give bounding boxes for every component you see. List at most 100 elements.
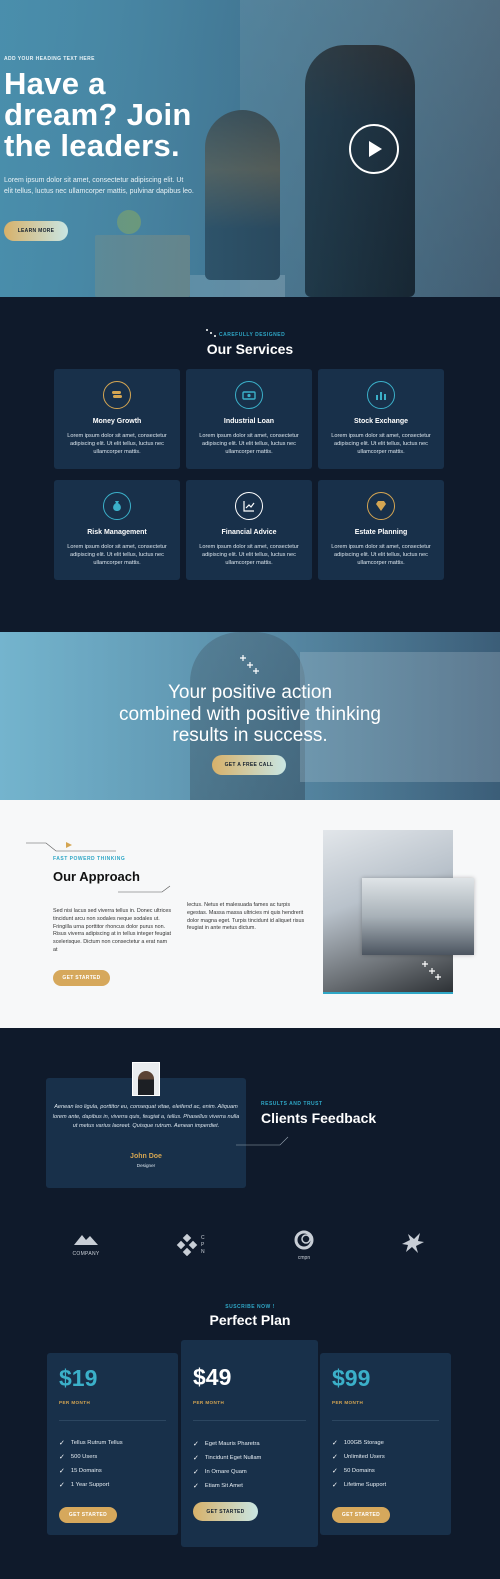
service-card[interactable]: Financial Advice Lorem ipsum dolor sit a… bbox=[186, 480, 312, 580]
bar-chart-icon bbox=[367, 381, 395, 409]
hero-eyebrow: ADD YOUR HEADING TEXT HERE bbox=[4, 56, 95, 62]
check-icon: ✓ bbox=[193, 1441, 199, 1448]
check-icon: ✓ bbox=[193, 1483, 199, 1490]
hero-title-line: Have a bbox=[4, 66, 106, 101]
learn-more-button[interactable]: LEARN MORE bbox=[4, 221, 68, 241]
service-card[interactable]: Stock Exchange Lorem ipsum dolor sit ame… bbox=[318, 369, 444, 469]
service-card[interactable]: Risk Management Lorem ipsum dolor sit am… bbox=[54, 480, 180, 580]
sparkle-icon bbox=[240, 655, 259, 674]
play-icon bbox=[369, 141, 382, 157]
plan-features: ✓ 100GB Storage ✓ Unlimited Users ✓ 50 Doma… bbox=[332, 1436, 386, 1492]
company-logo bbox=[400, 1230, 426, 1256]
company-logo-text: COMPANY bbox=[72, 1251, 100, 1257]
ring-logo-icon bbox=[294, 1230, 314, 1250]
feedback-title: Clients Feedback bbox=[261, 1110, 377, 1126]
quote-text: Your positive action combined with posit… bbox=[0, 682, 500, 747]
plan-period: PER MONTH bbox=[59, 1400, 91, 1405]
plan-feature: ✓ Tellus Rutrum Tellus bbox=[59, 1440, 123, 1447]
approach-label: FAST POWERD THINKING bbox=[53, 856, 126, 862]
service-description: Lorem ipsum dolor sit amet, consectetur … bbox=[331, 544, 431, 566]
service-title: Estate Planning bbox=[354, 529, 408, 536]
service-description: Lorem ipsum dolor sit amet, consectetur … bbox=[331, 433, 431, 455]
company-logo: COMPANY bbox=[70, 1232, 102, 1258]
approach-section: FAST POWERD THINKING Our Approach Sed ni… bbox=[0, 800, 500, 1028]
hero-title-line: the leaders. bbox=[4, 128, 180, 163]
decor-line-icon bbox=[236, 1136, 289, 1146]
plan-features: ✓ Eget Mauris Pharetra ✓ Tincidunt Eget Nu… bbox=[193, 1437, 261, 1493]
company-logo-text: cmpn bbox=[297, 1255, 311, 1261]
service-title: Industrial Loan bbox=[223, 418, 275, 425]
check-icon: ✓ bbox=[59, 1440, 65, 1447]
plan-feature: ✓ 50 Domains bbox=[332, 1468, 375, 1475]
diamond-icon bbox=[367, 492, 395, 520]
play-video-button[interactable] bbox=[349, 124, 399, 174]
plan-feature: ✓ Lifetime Support bbox=[332, 1482, 387, 1489]
company-logo: C P N bbox=[176, 1232, 214, 1258]
get-free-call-button[interactable]: GET A FREE CALL bbox=[212, 755, 286, 775]
approach-image-office bbox=[362, 878, 474, 955]
plan-feature: ✓ Tincidunt Eget Nullam bbox=[193, 1455, 262, 1462]
pricing-plan-card: $99 PER MONTH ✓ 100GB Storage ✓ Unlimited … bbox=[320, 1353, 451, 1535]
service-card[interactable]: Money Growth Lorem ipsum dolor sit amet,… bbox=[54, 369, 180, 469]
check-icon: ✓ bbox=[59, 1468, 65, 1475]
service-card[interactable]: Estate Planning Lorem ipsum dolor sit am… bbox=[318, 480, 444, 580]
quote-line: combined with positive thinking bbox=[119, 703, 381, 725]
plan-feature: ✓ Unlimited Users bbox=[332, 1454, 385, 1461]
decor-line-icon bbox=[26, 842, 116, 852]
approach-text-column-2: lectus. Netus et malesuada fames ac turp… bbox=[187, 902, 305, 932]
decor-line-icon bbox=[118, 885, 171, 893]
sparkle-icon bbox=[206, 329, 216, 337]
plan-price: $19 bbox=[59, 1365, 98, 1391]
services-title: Our Services bbox=[206, 341, 294, 357]
check-icon: ✓ bbox=[332, 1440, 338, 1447]
plan-feature: ✓ 100GB Storage bbox=[332, 1440, 384, 1447]
plan-feature: ✓ 15 Domains bbox=[59, 1468, 102, 1475]
testimonial-card: Aenean leo ligula, porttitor eu, consequ… bbox=[46, 1062, 246, 1188]
service-description: Lorem ipsum dolor sit amet, consectetur … bbox=[199, 544, 299, 566]
plan-feature: ✓ Etiam Sit Amet bbox=[193, 1483, 243, 1490]
company-logo: cmpn bbox=[290, 1230, 318, 1261]
plan-period: PER MONTH bbox=[193, 1400, 225, 1405]
get-started-button[interactable]: GET STARTED bbox=[332, 1507, 390, 1523]
hero-title: Have a dream? Join the leaders. bbox=[4, 68, 264, 161]
plan-feature: ✓ Eget Mauris Pharetra bbox=[193, 1441, 260, 1448]
plan-divider bbox=[59, 1420, 166, 1421]
service-description: Lorem ipsum dolor sit amet, consectetur … bbox=[67, 433, 167, 455]
get-started-button[interactable]: GET STARTED bbox=[53, 970, 110, 986]
pricing-plan-card: $19 PER MONTH ✓ Tellus Rutrum Tellus ✓ 500… bbox=[47, 1353, 178, 1535]
testimonial-name: John Doe bbox=[130, 1153, 162, 1160]
money-bag-icon bbox=[103, 492, 131, 520]
service-card[interactable]: Industrial Loan Lorem ipsum dolor sit am… bbox=[186, 369, 312, 469]
hero-description: Lorem ipsum dolor sit amet, consectetur … bbox=[4, 177, 194, 195]
plan-feature: ✓ In Ornare Quam bbox=[193, 1469, 247, 1476]
diamond-grid-logo-icon bbox=[176, 1234, 198, 1256]
get-started-button[interactable]: GET STARTED bbox=[193, 1502, 258, 1521]
bird-logo-icon bbox=[402, 1233, 424, 1253]
service-title: Financial Advice bbox=[221, 529, 277, 536]
plan-feature: ✓ 1 Year Support bbox=[59, 1482, 110, 1489]
check-icon: ✓ bbox=[332, 1454, 338, 1461]
plan-divider bbox=[193, 1420, 306, 1421]
feedback-label: RESULTS AND TRUST bbox=[261, 1101, 323, 1107]
pricing-title: Perfect Plan bbox=[209, 1312, 291, 1328]
plan-divider bbox=[332, 1420, 439, 1421]
quote-section: Your positive action combined with posit… bbox=[0, 632, 500, 800]
services-label: CAREFULLY DESIGNED bbox=[219, 332, 286, 338]
sparkle-icon bbox=[422, 961, 441, 980]
pricing-label: SUSCRIBE NOW ! bbox=[225, 1304, 275, 1310]
check-icon: ✓ bbox=[193, 1455, 199, 1462]
plan-price: $49 bbox=[193, 1364, 232, 1390]
line-chart-icon bbox=[235, 492, 263, 520]
plan-feature: ✓ 500 Users bbox=[59, 1454, 98, 1461]
check-icon: ✓ bbox=[332, 1468, 338, 1475]
plan-period: PER MONTH bbox=[332, 1400, 364, 1405]
service-title: Stock Exchange bbox=[353, 418, 409, 425]
check-icon: ✓ bbox=[59, 1454, 65, 1461]
service-title: Money Growth bbox=[92, 418, 142, 425]
company-logo-text: C P N bbox=[201, 1234, 205, 1255]
banknote-icon bbox=[235, 381, 263, 409]
get-started-button[interactable]: GET STARTED bbox=[59, 1507, 117, 1523]
plan-price: $99 bbox=[332, 1365, 371, 1391]
approach-text-column-1: Sed nisi lacus sed viverra tellus in. Do… bbox=[53, 908, 172, 953]
pricing-section: SUSCRIBE NOW ! Perfect Plan $19 PER MONT… bbox=[0, 1298, 500, 1579]
